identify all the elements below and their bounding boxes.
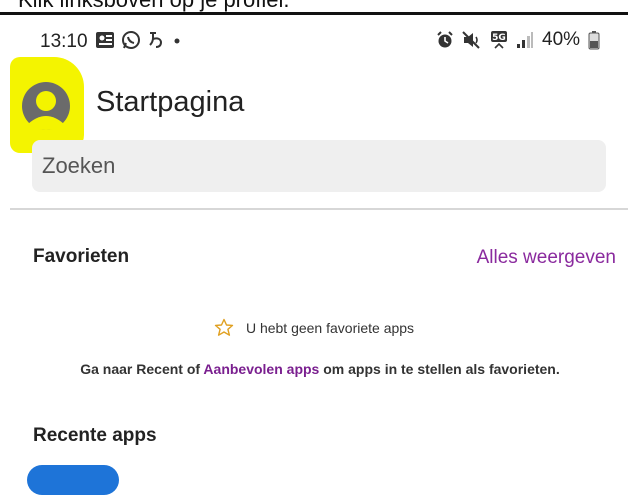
search-placeholder: Zoeken	[42, 153, 116, 178]
status-right-icons: 5G 40%	[436, 29, 600, 51]
more-dot-icon	[174, 38, 180, 44]
battery-icon	[588, 31, 600, 50]
app-notification-icon	[149, 32, 163, 48]
star-outline-icon	[214, 318, 234, 336]
header-divider	[10, 208, 628, 210]
battery-percentage: 40%	[542, 29, 581, 50]
status-left-icons	[95, 29, 183, 51]
favorites-empty-state: U hebt geen favoriete apps	[0, 318, 628, 337]
recent-apps-heading: Recente apps	[33, 425, 157, 446]
search-input[interactable]: Zoeken	[32, 140, 606, 192]
alarm-icon	[437, 31, 453, 48]
svg-text:5G: 5G	[492, 33, 506, 43]
recommended-apps-link[interactable]: Aanbevolen apps	[203, 361, 319, 377]
profile-avatar-icon[interactable]	[20, 80, 72, 132]
hint-prefix: Ga naar Recent of	[80, 361, 204, 377]
favorites-hint: Ga naar Recent of Aanbevolen apps om app…	[60, 359, 580, 379]
favorites-heading: Favorieten	[33, 246, 130, 267]
gallery-notification-icon	[96, 32, 114, 48]
phone-screen: 13:10 5G 40% Startpagina Zoeken Favoriet…	[0, 15, 628, 495]
signal-icon	[517, 32, 533, 48]
favorites-empty-text: U hebt geen favoriete apps	[245, 319, 415, 336]
instruction-caption: Klik linksboven op je profiel.	[0, 0, 628, 12]
status-bar: 13:10 5G 40%	[0, 15, 628, 63]
5g-icon: 5G	[491, 31, 507, 49]
hint-suffix: om apps in te stellen als favorieten.	[319, 361, 560, 377]
instruction-caption-text: Klik linksboven op je profiel.	[18, 0, 289, 12]
recent-app-chip[interactable]	[27, 465, 119, 495]
see-all-link[interactable]: Alles weergeven	[477, 247, 616, 269]
mute-icon	[462, 31, 480, 49]
status-time: 13:10	[40, 31, 88, 52]
whatsapp-icon	[122, 31, 140, 49]
page-title: Startpagina	[96, 86, 245, 118]
